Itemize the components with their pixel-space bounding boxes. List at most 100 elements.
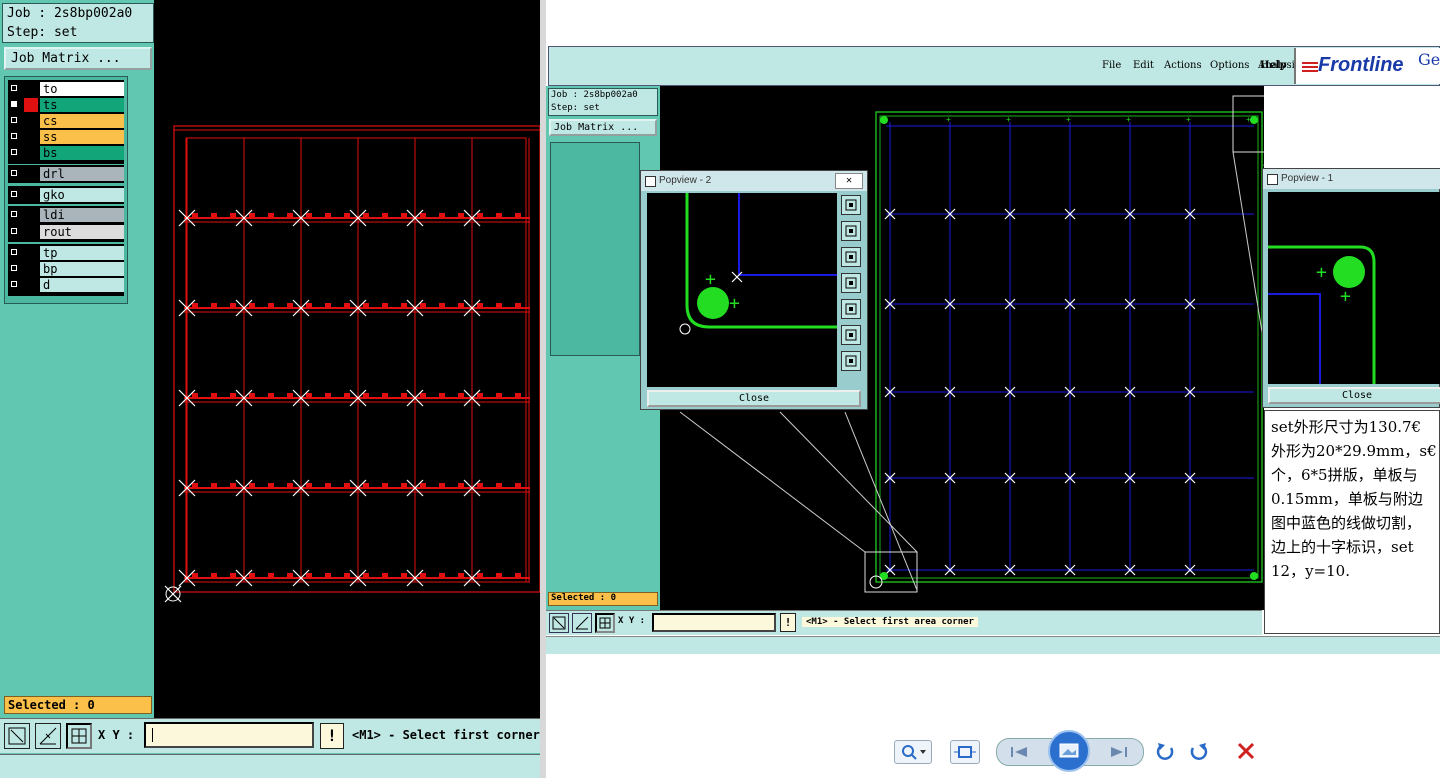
note-line: 外形为20*29.9mm，s€ [1271, 442, 1437, 460]
zoom-out-icon[interactable] [841, 351, 861, 371]
layer-name: ldi [40, 208, 124, 222]
tick-mark: + [1126, 115, 1131, 124]
popview-2-titlebar[interactable]: Popview - 2 ✕ [641, 171, 867, 191]
note-line: 边上的十字标识，set [1271, 538, 1414, 556]
zoom-button[interactable] [894, 740, 932, 764]
pad [401, 393, 407, 399]
layer-row-ldi[interactable]: ldi [8, 208, 124, 222]
popview-1-titlebar[interactable]: Popview - 1 [1263, 169, 1440, 189]
right-measure-button[interactable] [572, 613, 592, 633]
layer-name: ts [40, 98, 124, 112]
pad [306, 213, 312, 219]
zoom-area-button[interactable] [4, 723, 30, 749]
layer-row-ss[interactable]: ss [8, 130, 124, 144]
job-matrix-button[interactable]: Job Matrix ... [4, 47, 152, 70]
layer-row-cs[interactable]: cs [8, 114, 124, 128]
layer-row-gko[interactable]: gko [8, 188, 124, 202]
menu-file[interactable]: File [1102, 60, 1121, 71]
move-up-icon[interactable] [841, 221, 861, 241]
layer-checkbox[interactable] [8, 82, 22, 96]
layer-checkbox[interactable] [8, 167, 22, 181]
pad [458, 213, 464, 219]
note-line: 图中蓝色的线做切割， [1271, 514, 1422, 532]
layer-name: bs [40, 146, 124, 160]
pad [344, 573, 350, 579]
pad [382, 483, 388, 489]
move-right-icon[interactable] [841, 299, 861, 319]
menu-edit[interactable]: Edit [1133, 60, 1154, 71]
layer-row-rout[interactable]: rout [8, 225, 124, 239]
left-board-drawing [164, 125, 540, 603]
layer-checkbox[interactable] [8, 130, 22, 144]
layer-name: rout [40, 225, 124, 239]
alert-icon[interactable]: ! [320, 723, 344, 749]
move-down-icon[interactable] [841, 247, 861, 267]
slideshow-button[interactable] [1048, 730, 1090, 772]
layer-checkbox[interactable] [8, 208, 22, 222]
pad [420, 303, 426, 309]
xy-coordinate-input[interactable] [144, 722, 314, 748]
layer-checkbox[interactable] [8, 262, 22, 276]
layer-row-ts[interactable]: ts [8, 98, 124, 112]
zoom-icon [902, 745, 926, 760]
plus-mark: + [705, 269, 716, 290]
layer-row-d[interactable]: d [8, 278, 124, 292]
delete-button[interactable] [1234, 740, 1258, 762]
popview-1-window: Popview - 1 + + Close [1262, 168, 1440, 408]
layer-row-bp[interactable]: bp [8, 262, 124, 276]
grid-button[interactable] [66, 723, 92, 749]
help-menu[interactable]: Help [1260, 60, 1287, 71]
pad [230, 573, 236, 579]
plus-mark: + [729, 293, 740, 314]
next-icon[interactable] [1099, 739, 1139, 765]
layer-checkbox[interactable] [8, 225, 22, 239]
pad [382, 393, 388, 399]
layer-color-marker [24, 98, 38, 112]
layer-color-marker [24, 225, 38, 239]
menu-actions[interactable]: Actions [1164, 60, 1202, 71]
popview-2-close-x-button[interactable]: ✕ [835, 173, 863, 189]
pad [230, 393, 236, 399]
layer-row-drl[interactable]: drl [8, 167, 124, 181]
window-menu-icon [645, 176, 656, 187]
job-matrix-button-label: Job Matrix ... [11, 51, 121, 66]
fit-to-window-button[interactable] [950, 740, 980, 764]
pad [249, 573, 255, 579]
rotate-right-button[interactable] [1186, 740, 1210, 762]
measure-icon [39, 727, 57, 745]
previous-icon[interactable] [1001, 739, 1041, 765]
pad [515, 483, 521, 489]
layer-row-to[interactable]: to [8, 82, 124, 96]
pad [325, 213, 331, 219]
right-alert-icon[interactable]: ! [780, 613, 796, 632]
layer-checkbox[interactable] [8, 146, 22, 160]
note-line: 个，6*5拼版，单板与 [1271, 466, 1418, 484]
layer-checkbox[interactable] [8, 114, 22, 128]
right-grid-button[interactable] [595, 613, 615, 633]
rotate-left-button[interactable] [1154, 740, 1178, 762]
layer-checkbox[interactable] [8, 188, 22, 202]
popview-2-close-button[interactable]: Close [647, 390, 861, 407]
layer-checkbox[interactable] [8, 98, 22, 112]
layer-checkbox[interactable] [8, 246, 22, 260]
right-zoom-area-button[interactable] [549, 613, 569, 633]
menu-options[interactable]: Options [1210, 60, 1249, 71]
popview-1-close-button[interactable]: Close [1268, 387, 1440, 404]
left-canvas[interactable] [154, 0, 540, 718]
pad [496, 213, 502, 219]
layer-name: d [40, 278, 124, 292]
zoom-in-icon[interactable] [841, 325, 861, 345]
board-inner-outline [185, 137, 527, 583]
right-job-name-label: Job : 2s8bp002a0 [551, 90, 638, 100]
right-xy-input[interactable] [652, 613, 776, 632]
plus-mark: + [1340, 286, 1351, 307]
right-job-matrix-button[interactable]: Job Matrix ... [549, 119, 657, 136]
layer-row-tp[interactable]: tp [8, 246, 124, 260]
corner-dot [1250, 116, 1258, 124]
layer-row-bs[interactable]: bs [8, 146, 124, 160]
layer-color-marker [24, 130, 38, 144]
pan-icon[interactable] [841, 195, 861, 215]
measure-button[interactable] [35, 723, 61, 749]
layer-checkbox[interactable] [8, 278, 22, 292]
move-left-icon[interactable] [841, 273, 861, 293]
